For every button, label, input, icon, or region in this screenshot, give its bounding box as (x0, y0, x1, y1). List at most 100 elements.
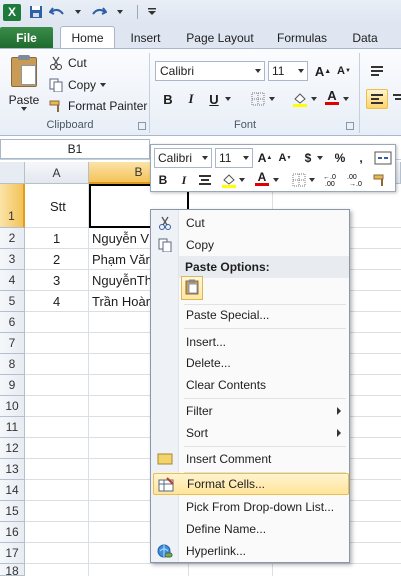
borders-dropdown-icon[interactable] (268, 89, 276, 109)
cut-button[interactable]: Cut (48, 53, 87, 73)
menu-item-define-name[interactable]: Define Name... (153, 518, 349, 540)
row-header-16[interactable]: 16 (0, 522, 25, 543)
fill-color-dropdown-icon[interactable] (238, 170, 246, 190)
menu-item-insert-comment[interactable]: Insert Comment (153, 448, 349, 470)
align-top-icon[interactable] (368, 61, 386, 81)
format-painter-icon[interactable] (371, 170, 389, 190)
cell-a1[interactable]: Stt (50, 184, 66, 228)
menu-item-copy[interactable]: Copy (153, 234, 349, 256)
row-header-11[interactable]: 11 (0, 417, 25, 438)
font-color-dropdown-icon[interactable] (272, 170, 280, 190)
row-header-12[interactable]: 12 (0, 438, 25, 459)
fill-color-dropdown-icon[interactable] (310, 89, 318, 109)
italic-icon[interactable]: I (176, 170, 192, 190)
font-name-select[interactable]: Calibri (155, 61, 265, 81)
fill-color-icon[interactable] (292, 89, 308, 109)
align-center-icon[interactable] (392, 89, 401, 109)
column-header-a[interactable]: A (25, 162, 89, 184)
decrease-decimal-icon[interactable]: .00 →.0 (347, 170, 367, 190)
font-size-select[interactable]: 11 (268, 61, 308, 81)
tab-insert[interactable]: Insert (123, 27, 168, 48)
menu-item-hyperlink[interactable]: Hyperlink... (153, 540, 349, 562)
row-header-2[interactable]: 2 (0, 228, 25, 249)
mini-size-select[interactable]: 11 (215, 148, 253, 168)
menu-item-clear-contents[interactable]: Clear Contents (153, 374, 349, 396)
fill-color-icon[interactable] (221, 170, 237, 190)
center-align-icon[interactable] (197, 170, 213, 190)
save-icon[interactable] (27, 3, 45, 21)
menu-item-insert[interactable]: Insert... (153, 331, 349, 353)
tab-home[interactable]: Home (60, 26, 115, 49)
shrink-font-icon[interactable]: A ▼ (276, 148, 294, 168)
customize-qat-icon[interactable] (143, 3, 161, 21)
menu-item-format-cells[interactable]: Format Cells... (153, 473, 349, 495)
clipboard-launcher-icon[interactable] (138, 122, 146, 130)
borders-icon[interactable] (291, 170, 307, 190)
cell-a4[interactable]: 3 (53, 270, 60, 291)
row-header-4[interactable]: 4 (0, 270, 25, 291)
paste-dropdown-icon[interactable] (21, 107, 27, 111)
tab-page-layout[interactable]: Page Layout (180, 27, 260, 48)
increase-decimal-icon[interactable]: ←.0.00 (323, 170, 343, 190)
menu-item-paste-special[interactable]: Paste Special... (153, 304, 349, 326)
align-left-icon[interactable] (366, 89, 388, 109)
font-launcher-icon[interactable] (346, 122, 354, 130)
row-header-13[interactable]: 13 (0, 459, 25, 480)
mini-font-select[interactable]: Calibri (154, 148, 212, 168)
paste-option-button[interactable] (181, 276, 203, 300)
tab-file[interactable]: File (0, 27, 53, 48)
font-color-icon[interactable]: A (324, 87, 340, 107)
menu-item-cut[interactable]: Cut (153, 212, 349, 234)
row-header-10[interactable]: 10 (0, 396, 25, 417)
underline-icon[interactable]: U (206, 89, 222, 109)
name-box[interactable]: B1 (0, 139, 150, 159)
menu-item-delete[interactable]: Delete... (153, 352, 349, 374)
currency-dropdown-icon[interactable] (316, 148, 324, 168)
grow-font-icon[interactable]: A ▲ (314, 61, 332, 81)
percent-icon[interactable]: % (331, 148, 349, 168)
menu-item-pick-from-list[interactable]: Pick From Drop-down List... (153, 496, 349, 518)
row-header-8[interactable]: 8 (0, 354, 25, 375)
cell-b2[interactable]: Nguyễn V (92, 228, 149, 249)
row-header-15[interactable]: 15 (0, 501, 25, 522)
row-header-3[interactable]: 3 (0, 249, 25, 270)
undo-icon[interactable] (48, 3, 66, 21)
copy-button[interactable]: Copy (48, 75, 107, 95)
copy-dropdown-icon[interactable] (100, 83, 107, 87)
comma-icon[interactable]: , (354, 148, 368, 168)
borders-icon[interactable] (250, 89, 266, 109)
currency-icon[interactable]: $ (301, 148, 315, 168)
cell-a5[interactable]: 4 (53, 291, 60, 312)
redo-dropdown-icon[interactable] (111, 3, 129, 21)
format-painter-button[interactable]: Format Painter (48, 96, 147, 116)
select-all-button[interactable] (0, 162, 25, 184)
merge-center-icon[interactable] (373, 148, 393, 168)
cell-a3[interactable]: 2 (53, 249, 60, 270)
menu-item-sort[interactable]: Sort (153, 422, 349, 444)
undo-dropdown-icon[interactable] (69, 3, 87, 21)
row-header-17[interactable]: 17 (0, 543, 25, 564)
row-header-9[interactable]: 9 (0, 375, 25, 396)
grow-font-icon[interactable]: A ▲ (256, 148, 274, 168)
cell-b5[interactable]: Trần Hoàr (92, 291, 150, 312)
row-header-6[interactable]: 6 (0, 312, 25, 333)
menu-item-filter[interactable]: Filter (153, 400, 349, 422)
font-color-icon[interactable]: A (254, 168, 270, 188)
borders-dropdown-icon[interactable] (308, 170, 316, 190)
row-header-1[interactable]: 1 (0, 184, 25, 228)
row-header-7[interactable]: 7 (0, 333, 25, 354)
cell-b3[interactable]: Phạm Văr (92, 249, 150, 270)
paste-button[interactable]: Paste (6, 53, 42, 113)
underline-dropdown-icon[interactable] (224, 89, 232, 109)
row-header-14[interactable]: 14 (0, 480, 25, 501)
redo-icon[interactable] (90, 3, 108, 21)
row-header-5[interactable]: 5 (0, 291, 25, 312)
row-header-18[interactable]: 18 (0, 564, 25, 576)
italic-icon[interactable]: I (183, 89, 199, 109)
tab-data[interactable]: Data (345, 27, 385, 48)
tab-formulas[interactable]: Formulas (272, 27, 332, 48)
bold-icon[interactable]: B (155, 170, 171, 190)
shrink-font-icon[interactable]: A ▼ (335, 61, 353, 81)
cell-a2[interactable]: 1 (53, 228, 60, 249)
cell-b4[interactable]: NguyễnTh (92, 270, 152, 291)
